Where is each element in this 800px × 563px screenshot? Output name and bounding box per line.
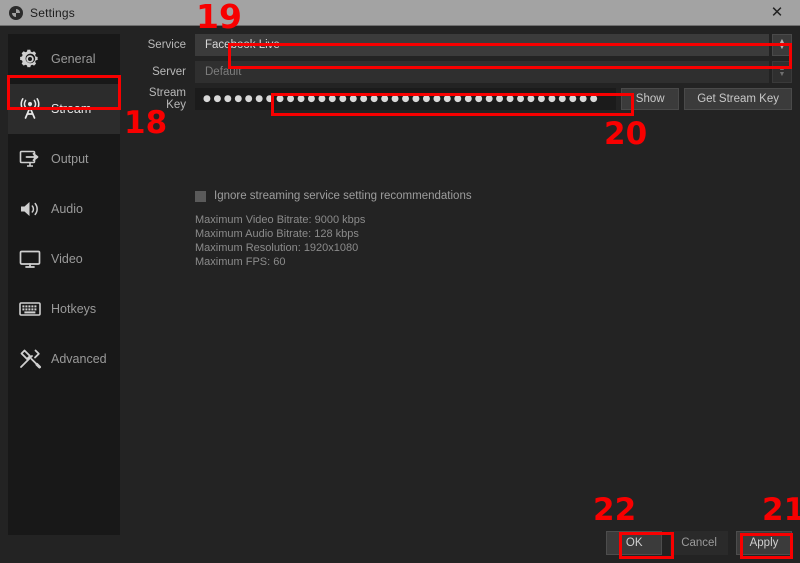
sidebar-item-label: Hotkeys	[51, 302, 97, 316]
title-bar: Settings ✕	[0, 0, 800, 26]
sidebar-item-output[interactable]: Output	[8, 134, 120, 184]
keyboard-icon	[19, 302, 41, 316]
sidebar-item-advanced[interactable]: Advanced	[8, 334, 120, 384]
output-icon	[19, 150, 39, 167]
stream-settings-panel: Service Facebook Live ▲ ▼ Server Default…	[128, 34, 792, 504]
show-stream-key-button[interactable]: Show	[621, 88, 680, 110]
sidebar-item-stream[interactable]: Stream	[8, 84, 120, 134]
window-title: Settings	[30, 5, 75, 20]
server-dropdown-arrows[interactable]: ▲ ▼	[772, 61, 792, 83]
chevron-down-icon: ▼	[778, 71, 786, 78]
close-icon[interactable]: ✕	[754, 0, 800, 25]
ignore-recommendations-label: Ignore streaming service setting recomme…	[214, 190, 472, 202]
stream-key-row: Stream Key ●●●●●●●●●●●●●●●●●●●●●●●●●●●●●…	[128, 87, 792, 111]
sidebar-item-label: Stream	[51, 102, 92, 116]
server-select[interactable]: Default	[195, 61, 769, 83]
monitor-icon	[19, 250, 41, 268]
service-dropdown-arrows[interactable]: ▲ ▼	[772, 34, 792, 56]
stream-key-input[interactable]: ●●●●●●●●●●●●●●●●●●●●●●●●●●●●●●●●●●●●●●	[195, 88, 617, 110]
ignore-recommendations-checkbox[interactable]	[195, 190, 206, 202]
sidebar-item-audio[interactable]: Audio	[8, 184, 120, 234]
info-max-audio-bitrate: Maximum Audio Bitrate: 128 kbps	[195, 228, 359, 240]
server-row: Server Default ▲ ▼	[128, 61, 792, 83]
gear-icon	[20, 49, 38, 68]
settings-sidebar: General Stream Output Audio Video Hotkey…	[8, 34, 120, 535]
sidebar-item-label: General	[51, 52, 96, 66]
annotation-number-18: 18	[124, 105, 168, 141]
annotation-number-19: 19	[196, 0, 242, 36]
service-label: Service	[147, 39, 186, 51]
service-row: Service Facebook Live ▲ ▼	[128, 34, 792, 56]
annotation-number-21: 21	[762, 492, 800, 528]
sidebar-item-label: Audio	[51, 202, 83, 216]
server-label: Server	[152, 66, 186, 78]
info-max-resolution: Maximum Resolution: 1920x1080	[195, 242, 359, 254]
info-max-fps: Maximum FPS: 60	[195, 256, 286, 268]
sidebar-item-label: Output	[51, 152, 89, 166]
annotation-number-20: 20	[604, 116, 648, 152]
service-info-block: Ignore streaming service setting recomme…	[195, 190, 792, 269]
sidebar-item-video[interactable]: Video	[8, 234, 120, 284]
speaker-icon	[21, 202, 38, 216]
annotation-number-22: 22	[593, 492, 637, 528]
get-stream-key-button[interactable]: Get Stream Key	[684, 88, 792, 110]
sidebar-item-label: Video	[51, 252, 83, 266]
stream-key-masked-value: ●●●●●●●●●●●●●●●●●●●●●●●●●●●●●●●●●●●●●●	[203, 93, 601, 104]
chevron-down-icon: ▼	[778, 44, 786, 51]
sidebar-item-general[interactable]: General	[8, 34, 120, 84]
settings-window: Settings ✕ General Stream Output Audio V…	[0, 0, 800, 563]
dialog-footer: OK Cancel Apply	[598, 531, 792, 555]
info-max-video-bitrate: Maximum Video Bitrate: 9000 kbps	[195, 214, 366, 226]
apply-button[interactable]: Apply	[736, 531, 792, 555]
obs-logo-icon	[9, 5, 23, 20]
service-select[interactable]: Facebook Live	[195, 34, 769, 56]
sidebar-item-label: Advanced	[51, 352, 107, 366]
sidebar-item-hotkeys[interactable]: Hotkeys	[8, 284, 120, 334]
cancel-button[interactable]: Cancel	[670, 531, 728, 555]
ok-button[interactable]: OK	[606, 531, 663, 555]
ignore-recommendations-row[interactable]: Ignore streaming service setting recomme…	[195, 190, 792, 202]
tools-icon	[20, 349, 41, 369]
stream-icon	[20, 98, 40, 119]
